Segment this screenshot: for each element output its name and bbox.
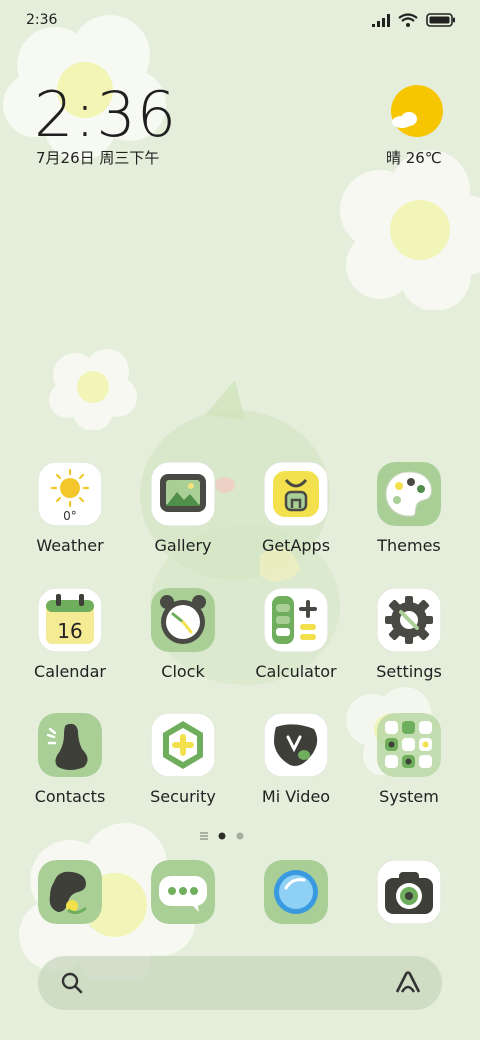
- signal-icon: [372, 13, 390, 27]
- phone-icon: [38, 860, 102, 924]
- app-contacts[interactable]: Contacts: [20, 713, 120, 813]
- browser-icon: [264, 860, 328, 924]
- app-label: Security: [150, 787, 216, 806]
- app-label: Calculator: [255, 662, 337, 681]
- calculator-icon: [264, 588, 328, 652]
- assistant-icon[interactable]: [394, 970, 422, 996]
- app-label: Weather: [36, 536, 104, 555]
- search-icon: [61, 972, 83, 994]
- dock-messages[interactable]: [133, 860, 233, 960]
- status-bar: 2:36: [0, 0, 480, 40]
- settings-icon: [377, 588, 441, 652]
- app-calculator[interactable]: Calculator: [246, 588, 346, 688]
- weather-icon-temp: 0°: [63, 509, 77, 523]
- app-clock[interactable]: Clock: [133, 588, 233, 688]
- weather-sunny-icon[interactable]: [390, 84, 444, 138]
- app-gallery[interactable]: Gallery: [133, 462, 233, 562]
- app-label: Contacts: [34, 787, 106, 806]
- battery-icon: [426, 13, 455, 27]
- app-label: Calendar: [34, 662, 106, 681]
- app-security[interactable]: Security: [133, 713, 233, 813]
- page-indicator[interactable]: [200, 830, 280, 842]
- themes-icon: [377, 462, 441, 526]
- calendar-day: 16: [57, 619, 82, 643]
- dock-camera[interactable]: [359, 860, 459, 960]
- search-bar[interactable]: [38, 956, 442, 1010]
- calendar-icon: 16: [38, 588, 102, 652]
- app-mi-video[interactable]: Mi Video: [246, 713, 346, 813]
- security-icon: [151, 713, 215, 777]
- messages-icon: [151, 860, 215, 924]
- system-folder-icon: [377, 713, 441, 777]
- contacts-icon: [38, 713, 102, 777]
- app-label: System: [379, 787, 439, 806]
- dock-browser[interactable]: [246, 860, 346, 960]
- camera-icon: [377, 860, 441, 924]
- mi-video-icon: [264, 713, 328, 777]
- clock-widget-time[interactable]: 2:36: [34, 78, 177, 151]
- clock-icon: [151, 588, 215, 652]
- flower-decoration: [340, 150, 480, 310]
- app-label: Gallery: [154, 536, 212, 555]
- app-system-folder[interactable]: System: [359, 713, 459, 813]
- clock-widget-date: 7月26日 周三下午: [36, 149, 160, 167]
- app-label: Clock: [161, 662, 205, 681]
- weather-widget-text: 晴 26℃: [386, 149, 442, 167]
- app-settings[interactable]: Settings: [359, 588, 459, 688]
- dock-phone[interactable]: [20, 860, 120, 960]
- gallery-icon: [151, 462, 215, 526]
- app-label: GetApps: [261, 536, 331, 555]
- getapps-icon: [264, 462, 328, 526]
- weather-icon: 0°: [38, 462, 102, 526]
- status-time: 2:36: [26, 12, 58, 28]
- app-label: Themes: [377, 536, 441, 555]
- app-label: Mi Video: [261, 787, 331, 806]
- wifi-icon: [398, 13, 418, 27]
- app-getapps[interactable]: GetApps: [246, 462, 346, 562]
- app-calendar[interactable]: 16 Calendar: [20, 588, 120, 688]
- app-label: Settings: [376, 662, 442, 681]
- app-themes[interactable]: Themes: [359, 462, 459, 562]
- app-weather[interactable]: 0° Weather: [20, 462, 120, 562]
